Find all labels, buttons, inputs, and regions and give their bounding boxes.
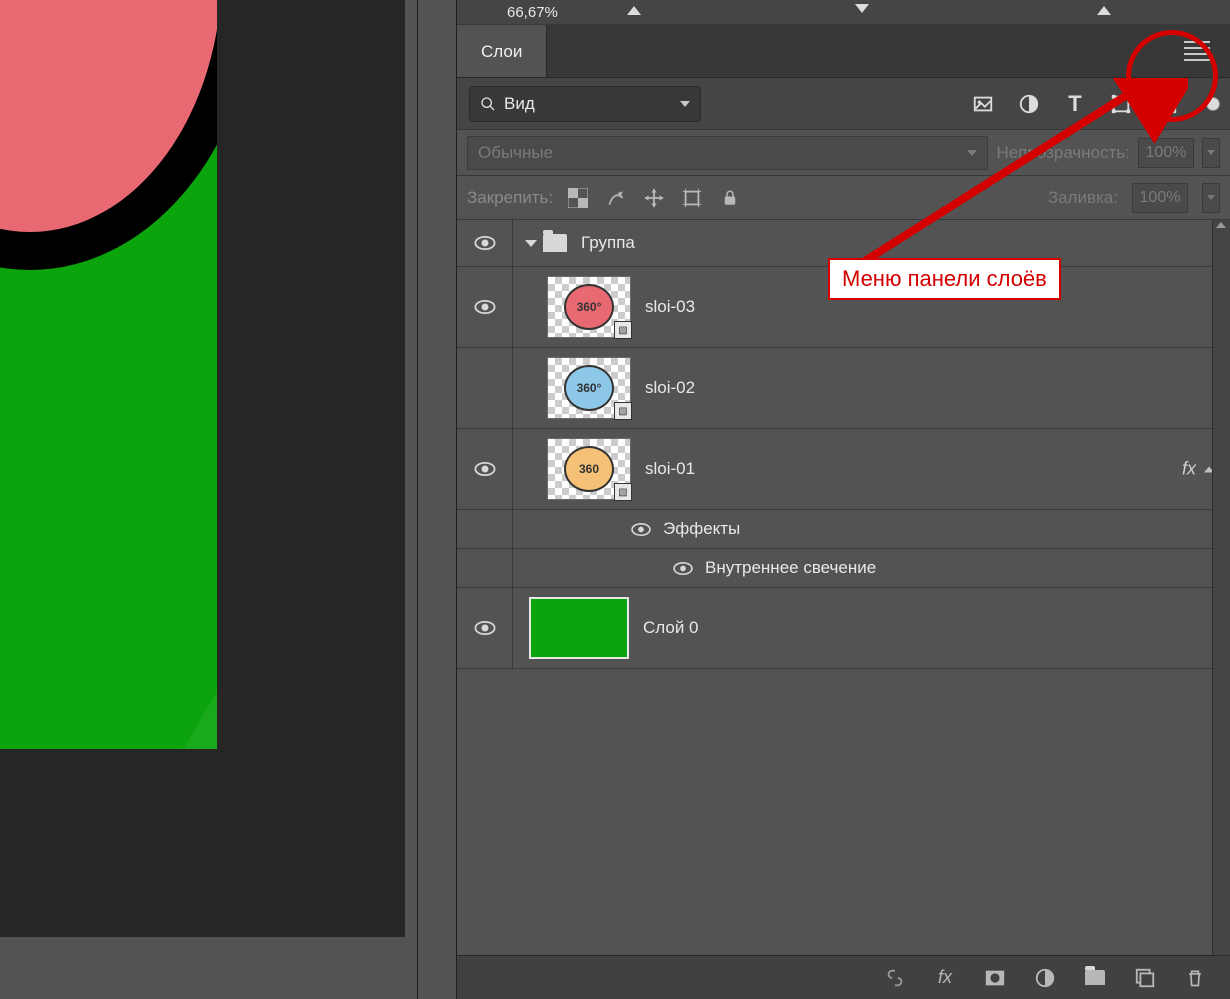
layer-fx-indicator[interactable]: fx — [1182, 459, 1214, 480]
filter-type-text-icon[interactable]: T — [1064, 93, 1086, 115]
delete-layer-button[interactable] — [1184, 967, 1206, 989]
layer-row[interactable]: 360 ▧ sloi-01 fx — [457, 429, 1230, 510]
visibility-toggle[interactable] — [673, 562, 693, 575]
new-layer-button[interactable] — [1134, 967, 1156, 989]
new-group-button[interactable] — [1084, 967, 1106, 989]
layer-name[interactable]: sloi-02 — [645, 378, 695, 398]
blend-mode-value: Обычные — [478, 143, 553, 163]
panel-menu-button[interactable] — [1184, 41, 1210, 61]
tab-layers[interactable]: Слои — [457, 25, 547, 78]
fill-stepper[interactable] — [1202, 183, 1220, 213]
link-layers-button[interactable] — [884, 967, 906, 989]
chevron-down-icon — [967, 150, 977, 156]
effects-label: Эффекты — [663, 519, 740, 539]
lock-artboard-icon[interactable] — [681, 187, 703, 209]
layers-bottom-bar: fx — [457, 955, 1230, 999]
lock-transparent-icon[interactable] — [567, 187, 589, 209]
lock-position-icon[interactable] — [643, 187, 665, 209]
navigator-bar: 66,67% — [457, 0, 1230, 25]
layer-name[interactable]: Слой 0 — [643, 618, 699, 638]
smartobject-badge-icon: ▧ — [614, 483, 632, 501]
filter-adjustment-icon[interactable] — [1018, 93, 1040, 115]
lock-image-icon[interactable] — [605, 187, 627, 209]
navigator-slider-handle[interactable] — [1097, 6, 1111, 15]
layer-effects-row[interactable]: Эффекты — [457, 510, 1230, 549]
layers-scrollbar[interactable] — [1212, 220, 1230, 955]
fill-value[interactable]: 100% — [1132, 183, 1188, 213]
add-mask-button[interactable] — [984, 967, 1006, 989]
chevron-down-icon — [680, 101, 690, 107]
layer-style-button[interactable]: fx — [934, 967, 956, 989]
panel-divider[interactable] — [417, 0, 457, 999]
search-icon — [480, 96, 496, 112]
document-canvas[interactable] — [0, 0, 217, 749]
layers-list: Группа 360° ▧ sloi-03 360° ▧ sloi-02 — [457, 220, 1230, 955]
right-panel: 66,67% Слои Вид T Обычные — [457, 0, 1230, 999]
filter-pixel-icon[interactable] — [972, 93, 994, 115]
filter-smartobject-icon[interactable] — [1156, 93, 1178, 115]
zoom-value[interactable]: 66,67% — [507, 4, 558, 21]
canvas-shape-blob — [0, 0, 217, 270]
filter-shape-icon[interactable] — [1110, 93, 1132, 115]
filter-type-label: Вид — [504, 94, 535, 114]
layer-thumbnail[interactable] — [529, 597, 629, 659]
smartobject-badge-icon: ▧ — [614, 321, 632, 339]
folder-icon — [543, 234, 567, 252]
layer-thumbnail[interactable]: 360° ▧ — [547, 357, 631, 419]
lock-row: Закрепить: Заливка: 100% — [457, 176, 1230, 220]
visibility-toggle[interactable] — [474, 236, 496, 250]
layer-name[interactable]: sloi-03 — [645, 297, 695, 317]
visibility-toggle[interactable] — [474, 300, 496, 314]
lock-label: Закрепить: — [467, 188, 553, 208]
thumb-graphic: 360 — [564, 446, 614, 492]
tab-label: Слои — [481, 42, 522, 62]
smartobject-badge-icon: ▧ — [614, 402, 632, 420]
lock-all-icon[interactable] — [719, 187, 741, 209]
filter-type-select[interactable]: Вид — [469, 86, 701, 122]
navigator-slider-handle[interactable] — [855, 4, 869, 13]
filter-toggle[interactable] — [1206, 97, 1220, 111]
visibility-toggle[interactable] — [474, 462, 496, 476]
opacity-stepper[interactable] — [1202, 138, 1220, 168]
opacity-value[interactable]: 100% — [1138, 138, 1194, 168]
layer-name[interactable]: sloi-01 — [645, 459, 695, 479]
layer-filter-row: Вид T — [457, 78, 1230, 130]
panel-tabs: Слои — [457, 25, 1230, 78]
opacity-label: Непрозрачность: — [996, 143, 1130, 163]
blend-mode-row: Обычные Непрозрачность: 100% — [457, 130, 1230, 176]
layer-row[interactable]: 360° ▧ sloi-02 — [457, 348, 1230, 429]
blend-mode-select[interactable]: Обычные — [467, 136, 988, 170]
layer-effect-item[interactable]: Внутреннее свечение — [457, 549, 1230, 588]
thumb-graphic: 360° — [564, 284, 614, 330]
canvas-stripe — [34, 662, 217, 749]
navigator-slider-handle[interactable] — [627, 6, 641, 15]
thumb-graphic: 360° — [564, 365, 614, 411]
layer-name[interactable]: Группа — [581, 233, 635, 253]
layer-thumbnail[interactable]: 360° ▧ — [547, 276, 631, 338]
visibility-toggle[interactable] — [631, 523, 651, 536]
annotation-label: Меню панели слоёв — [828, 258, 1061, 300]
layer-row[interactable]: Слой 0 — [457, 588, 1230, 669]
new-adjustment-button[interactable] — [1034, 967, 1056, 989]
effect-name: Внутреннее свечение — [705, 558, 876, 578]
filter-icons: T — [972, 93, 1220, 115]
canvas-area — [0, 0, 405, 937]
visibility-toggle[interactable] — [474, 621, 496, 635]
expand-toggle[interactable] — [525, 240, 537, 247]
fill-label: Заливка: — [1048, 188, 1118, 208]
layer-thumbnail[interactable]: 360 ▧ — [547, 438, 631, 500]
